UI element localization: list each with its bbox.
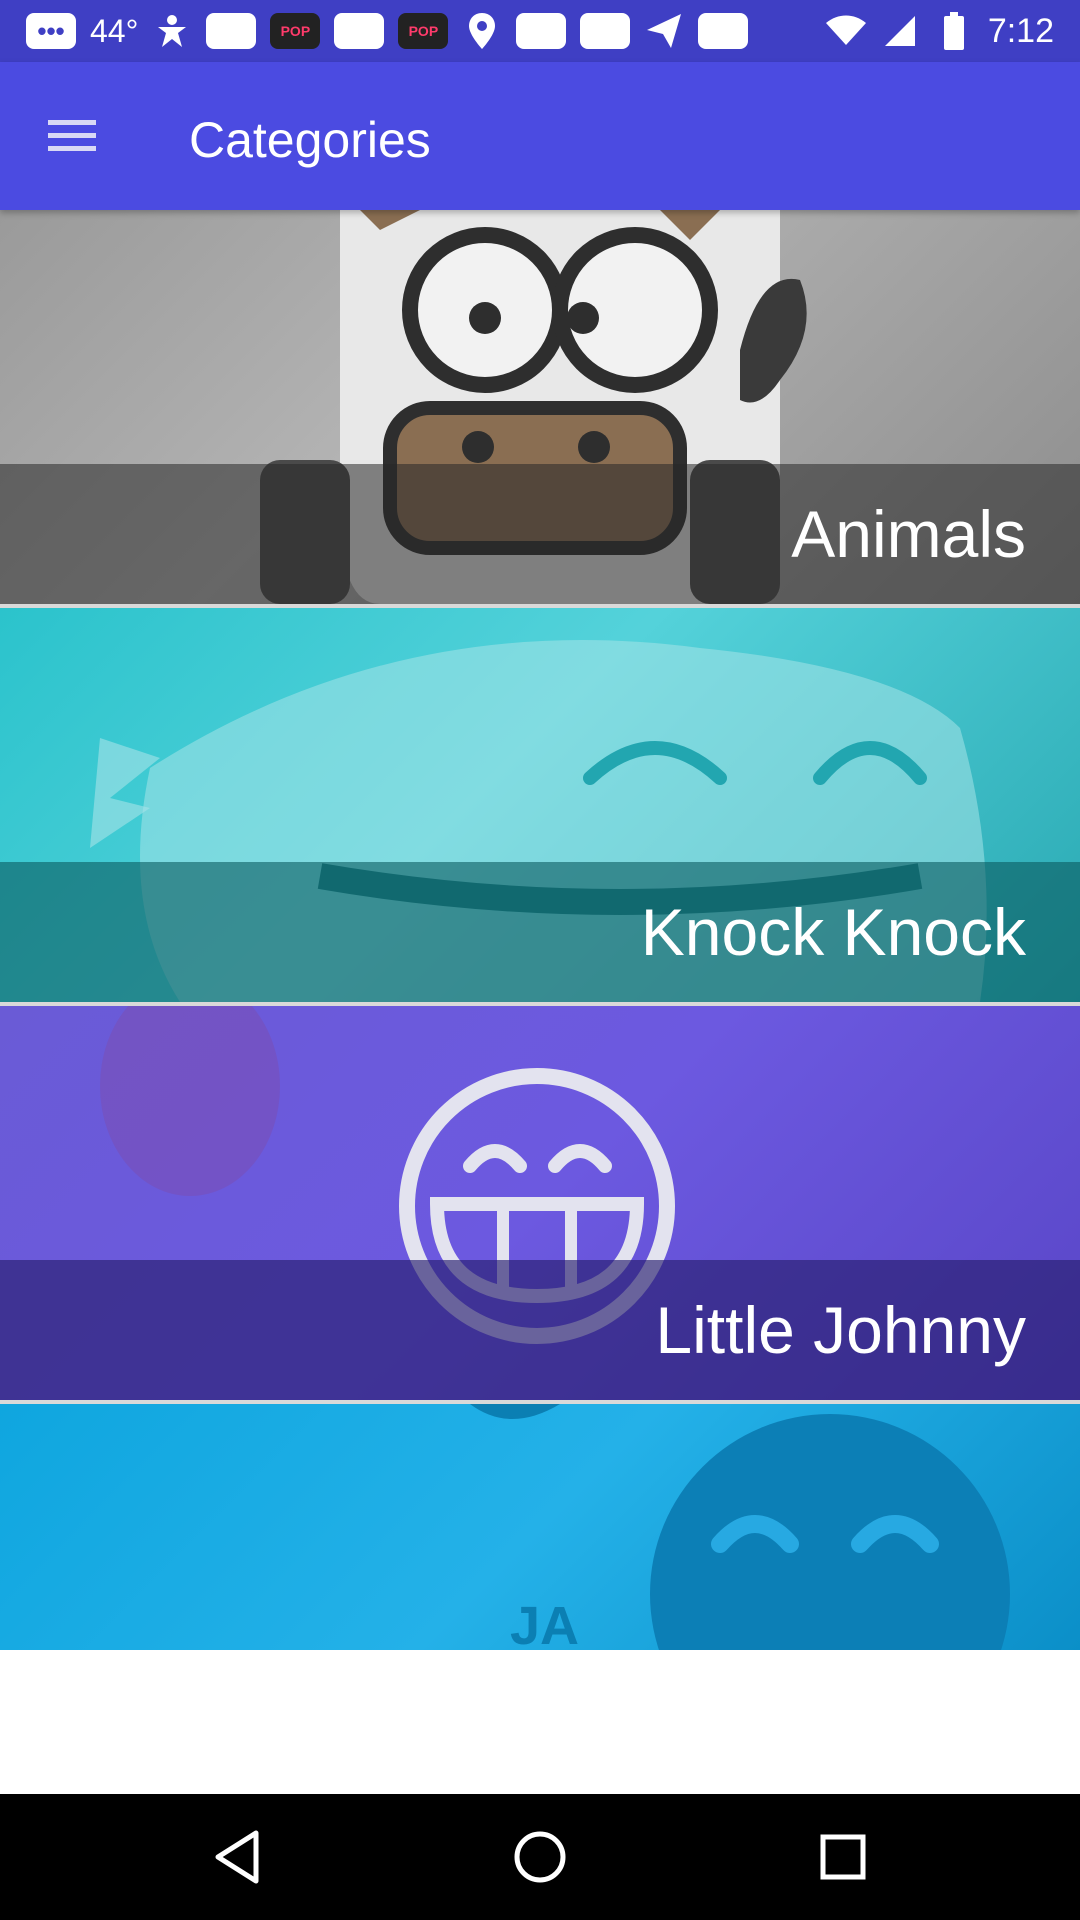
hamburger-menu-icon <box>48 120 96 151</box>
category-list: Animals Knock Knock Little Johnny JA <box>0 210 1080 1650</box>
category-item-animals[interactable]: Animals <box>0 210 1080 608</box>
page-title: Categories <box>189 112 431 168</box>
clock-text: 7:12 <box>987 11 1054 50</box>
pop-app-icon: POP <box>270 13 321 49</box>
wifi-icon <box>825 11 866 51</box>
category-item-knock-knock[interactable]: Knock Knock <box>0 608 1080 1006</box>
app-bar: Categories <box>0 62 1080 210</box>
battery-icon <box>934 11 974 51</box>
temperature-text: 44° <box>90 12 139 49</box>
status-bar-right: 7:12 <box>825 8 1054 54</box>
smiling-face-illustration: JA <box>470 1404 1010 1650</box>
notification-icon <box>206 13 257 49</box>
menu-button[interactable] <box>34 102 110 170</box>
category-item-fourth[interactable]: JA <box>0 1404 1080 1650</box>
category-label-container: Animals <box>0 464 1080 604</box>
category-label: Animals <box>791 497 1026 571</box>
category-label: Knock Knock <box>640 895 1026 969</box>
pop-label: POP <box>280 23 311 39</box>
notification-icon <box>698 13 749 49</box>
messages-notification-icon: ••• <box>26 13 76 49</box>
back-button[interactable] <box>202 1822 272 1892</box>
notification-icon <box>516 13 567 49</box>
send-icon <box>644 11 684 51</box>
home-icon <box>514 1831 566 1883</box>
home-button[interactable] <box>505 1822 575 1892</box>
recents-icon <box>820 1834 866 1880</box>
category-item-little-johnny[interactable]: Little Johnny <box>0 1006 1080 1404</box>
category-label: Little Johnny <box>655 1293 1026 1367</box>
pop-label: POP <box>408 23 439 39</box>
person-notification-icon <box>152 11 192 51</box>
category-label-container: Knock Knock <box>0 862 1080 1002</box>
notification-icon <box>580 13 631 49</box>
category-label-container: Little Johnny <box>0 1260 1080 1400</box>
notification-icon <box>334 13 385 49</box>
back-icon <box>215 1830 259 1884</box>
status-bar: ••• 44° POP POP 7:12 <box>0 0 1080 62</box>
signal-icon <box>880 11 920 51</box>
status-bar-left: ••• 44° POP POP <box>26 8 749 54</box>
navigation-bar <box>0 1794 1080 1920</box>
svg-text:JA: JA <box>510 1596 579 1650</box>
location-pin-icon <box>462 11 502 51</box>
recents-button[interactable] <box>808 1822 878 1892</box>
pop-app-icon: POP <box>398 13 449 49</box>
